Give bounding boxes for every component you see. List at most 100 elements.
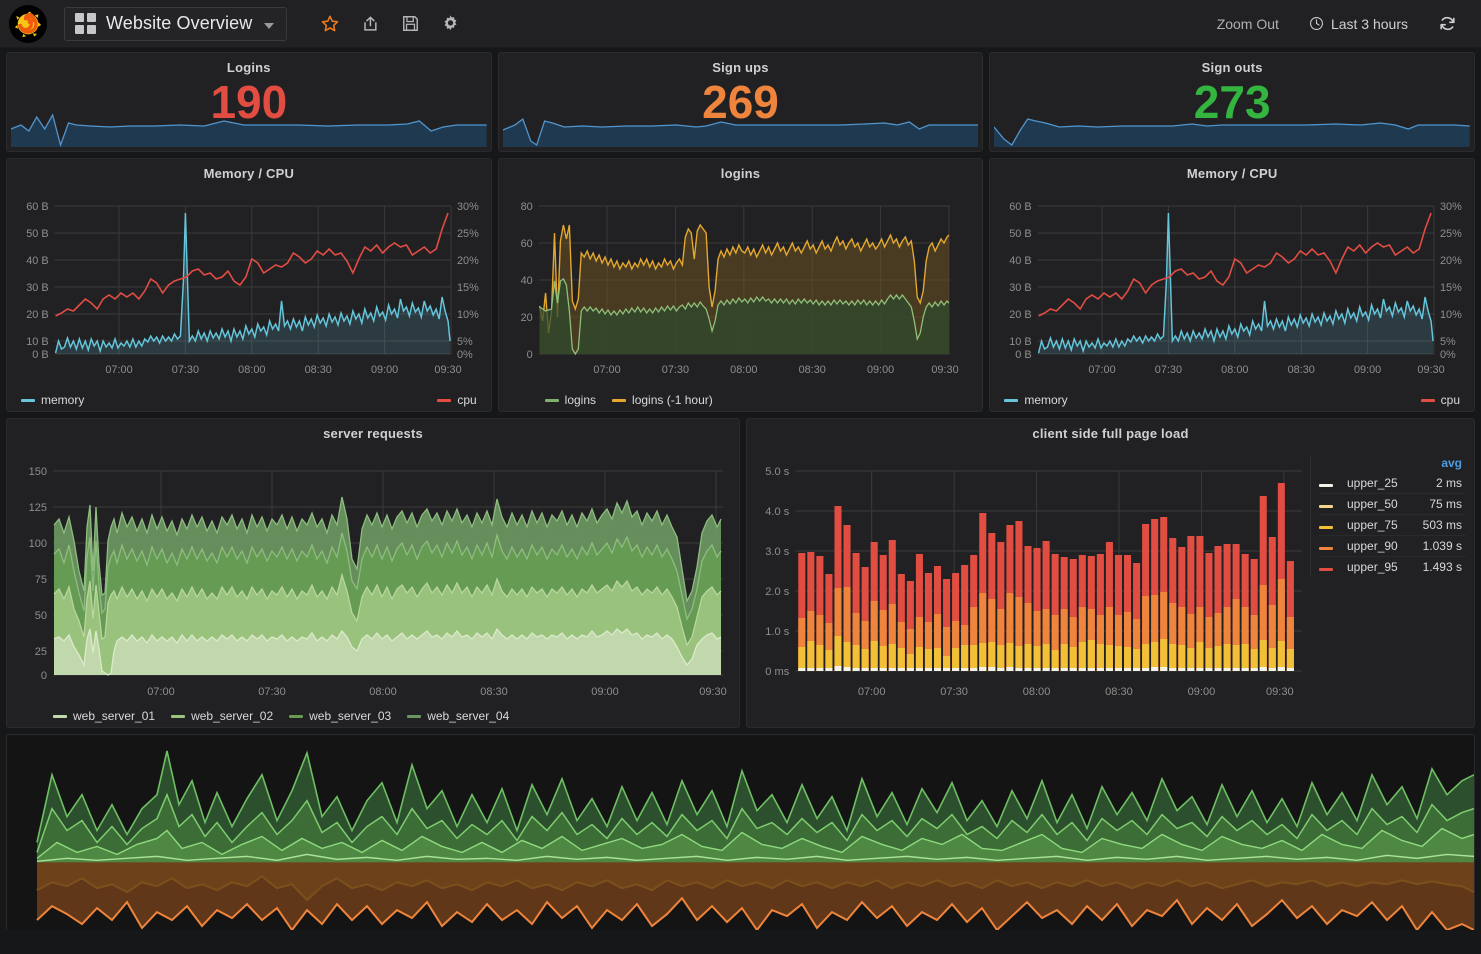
legend-item-cpu[interactable]: cpu bbox=[1420, 393, 1460, 407]
legend-row[interactable]: upper_75 503 ms bbox=[1319, 515, 1466, 536]
svg-text:08:30: 08:30 bbox=[305, 364, 332, 376]
panel-signups-stat[interactable]: Sign ups 269 bbox=[497, 52, 984, 152]
legend-swatch bbox=[53, 714, 67, 718]
time-controls: Zoom Out Last 3 hours bbox=[1201, 14, 1467, 33]
legend-label: logins (-1 hour) bbox=[632, 393, 713, 407]
svg-text:20 B: 20 B bbox=[26, 309, 48, 321]
panel-signouts-stat[interactable]: Sign outs 273 bbox=[989, 52, 1476, 152]
legend-swatch bbox=[1319, 526, 1333, 529]
svg-text:07:00: 07:00 bbox=[147, 686, 175, 698]
svg-text:40 B: 40 B bbox=[26, 255, 48, 267]
svg-text:09:30: 09:30 bbox=[931, 364, 958, 376]
graph-canvas[interactable]: 150 125 100 75 50 25 0 07:00 07:30 08:00… bbox=[7, 441, 739, 703]
save-icon[interactable] bbox=[393, 7, 427, 41]
svg-text:25%: 25% bbox=[457, 228, 479, 240]
legend-item-cpu[interactable]: cpu bbox=[437, 393, 477, 407]
svg-text:25: 25 bbox=[35, 646, 47, 658]
svg-text:30 B: 30 B bbox=[26, 282, 48, 294]
svg-text:09:00: 09:00 bbox=[371, 364, 398, 376]
graph-canvas[interactable]: 60 B 50 B 40 B 30 B 20 B 10 B 0 B 30% 25… bbox=[990, 181, 1474, 386]
svg-text:60 B: 60 B bbox=[26, 201, 48, 213]
legend-item-memory[interactable]: memory bbox=[21, 393, 84, 407]
legend-swatch-cell bbox=[1319, 515, 1341, 536]
grafana-logo-button[interactable] bbox=[6, 2, 50, 46]
panel-logins-graph[interactable]: logins 80 60 40 20 0 07:00 07:30 08:00 0… bbox=[497, 158, 984, 412]
share-icon[interactable] bbox=[353, 7, 387, 41]
svg-text:08:30: 08:30 bbox=[798, 364, 825, 376]
svg-text:80: 80 bbox=[520, 201, 532, 213]
grafana-logo-icon bbox=[9, 4, 47, 43]
legend-item-logins[interactable]: logins bbox=[544, 393, 597, 407]
legend-item-web-server-04[interactable]: web_server_04 bbox=[407, 709, 509, 723]
svg-text:08:00: 08:00 bbox=[369, 686, 397, 698]
star-icon[interactable] bbox=[313, 7, 347, 41]
top-navbar: Website Overview Zoom Out Last 3 hours bbox=[0, 0, 1481, 48]
legend-label: logins bbox=[564, 393, 597, 407]
panel-title: server requests bbox=[323, 426, 423, 441]
svg-text:3.0 s: 3.0 s bbox=[765, 546, 789, 558]
svg-text:07:30: 07:30 bbox=[258, 686, 286, 698]
dashboard-grid-icon bbox=[75, 13, 96, 34]
refresh-icon[interactable] bbox=[1422, 14, 1467, 33]
legend-row[interactable]: upper_50 75 ms bbox=[1319, 494, 1466, 515]
stat-value: 269 bbox=[702, 76, 779, 128]
svg-text:5%: 5% bbox=[457, 336, 473, 348]
gear-icon[interactable] bbox=[433, 7, 467, 41]
svg-text:15%: 15% bbox=[457, 282, 479, 294]
svg-text:08:00: 08:00 bbox=[730, 364, 757, 376]
svg-text:50 B: 50 B bbox=[1010, 228, 1032, 240]
svg-text:150: 150 bbox=[29, 466, 47, 478]
svg-text:10%: 10% bbox=[457, 309, 479, 321]
svg-text:5%: 5% bbox=[1440, 336, 1456, 348]
legend-label: web_server_03 bbox=[309, 709, 392, 723]
panel-memory-cpu-left[interactable]: Memory / CPU 60 B 50 B 40 B 30 B 20 B 10… bbox=[6, 158, 492, 412]
svg-text:100: 100 bbox=[29, 538, 47, 550]
legend-item-web-server-03[interactable]: web_server_03 bbox=[289, 709, 391, 723]
graph-canvas[interactable] bbox=[7, 735, 1474, 930]
legend-swatch bbox=[289, 714, 304, 718]
svg-text:0%: 0% bbox=[457, 349, 473, 361]
legend-label: web_server_04 bbox=[427, 709, 510, 723]
svg-text:07:30: 07:30 bbox=[661, 364, 688, 376]
legend-swatch bbox=[21, 398, 35, 402]
legend-swatch bbox=[1420, 398, 1435, 402]
legend-swatch-cell bbox=[1319, 494, 1341, 515]
svg-text:0 ms: 0 ms bbox=[765, 666, 789, 678]
svg-text:20 B: 20 B bbox=[1010, 309, 1032, 321]
panel-title: logins bbox=[720, 166, 761, 181]
legend-label: cpu bbox=[457, 393, 477, 407]
dashboard-picker[interactable]: Website Overview bbox=[64, 6, 288, 41]
svg-text:5.0 s: 5.0 s bbox=[765, 466, 789, 478]
legend-item-web-server-02[interactable]: web_server_02 bbox=[171, 709, 273, 723]
panel-memory-cpu-right[interactable]: Memory / CPU 60 B 50 B 40 B 30 B 20 B 10… bbox=[989, 158, 1476, 412]
legend-row[interactable]: upper_90 1.039 s bbox=[1319, 536, 1466, 557]
legend-column-header-avg[interactable]: avg bbox=[1319, 455, 1466, 473]
svg-text:4.0 s: 4.0 s bbox=[765, 506, 789, 518]
panel-client-page-load[interactable]: client side full page load 5.0 s 4.0 s 3… bbox=[746, 418, 1475, 728]
legend-label: upper_95 bbox=[1347, 560, 1398, 574]
legend-value-avg: 75 ms bbox=[1429, 497, 1462, 511]
legend-row[interactable]: upper_25 2 ms bbox=[1319, 473, 1466, 494]
time-range-picker[interactable]: Last 3 hours bbox=[1295, 16, 1422, 32]
legend-item-memory[interactable]: memory bbox=[1004, 393, 1068, 407]
legend-swatch bbox=[544, 398, 559, 402]
svg-text:09:30: 09:30 bbox=[699, 686, 727, 698]
panel-bottom-overview[interactable] bbox=[6, 734, 1475, 930]
legend-item-web-server-01[interactable]: web_server_01 bbox=[53, 709, 155, 723]
legend-value-avg: 1.493 s bbox=[1422, 560, 1462, 574]
graph-canvas[interactable]: 80 60 40 20 0 07:00 07:30 08:00 08:30 09… bbox=[499, 181, 983, 386]
graph-canvas[interactable]: 60 B 50 B 40 B 30 B 20 B 10 B 0 B 30% 25… bbox=[7, 181, 491, 386]
panel-server-requests[interactable]: server requests 150 125 100 75 50 25 0 0… bbox=[6, 418, 740, 728]
panel-title: Logins bbox=[226, 60, 271, 75]
panel-title: Memory / CPU bbox=[1186, 166, 1278, 181]
svg-text:1.0 s: 1.0 s bbox=[765, 626, 789, 638]
svg-text:09:00: 09:00 bbox=[591, 686, 619, 698]
legend-item-logins-1hour[interactable]: logins (-1 hour) bbox=[612, 393, 713, 407]
legend-row[interactable]: upper_95 1.493 s bbox=[1319, 557, 1466, 578]
legend-label: upper_90 bbox=[1347, 539, 1398, 553]
clock-icon bbox=[1309, 17, 1323, 30]
zoom-out-button[interactable]: Zoom Out bbox=[1201, 16, 1295, 32]
legend-swatch bbox=[1319, 505, 1333, 508]
legend-label: upper_25 bbox=[1347, 476, 1398, 490]
panel-logins-stat[interactable]: Logins 190 bbox=[6, 52, 492, 152]
